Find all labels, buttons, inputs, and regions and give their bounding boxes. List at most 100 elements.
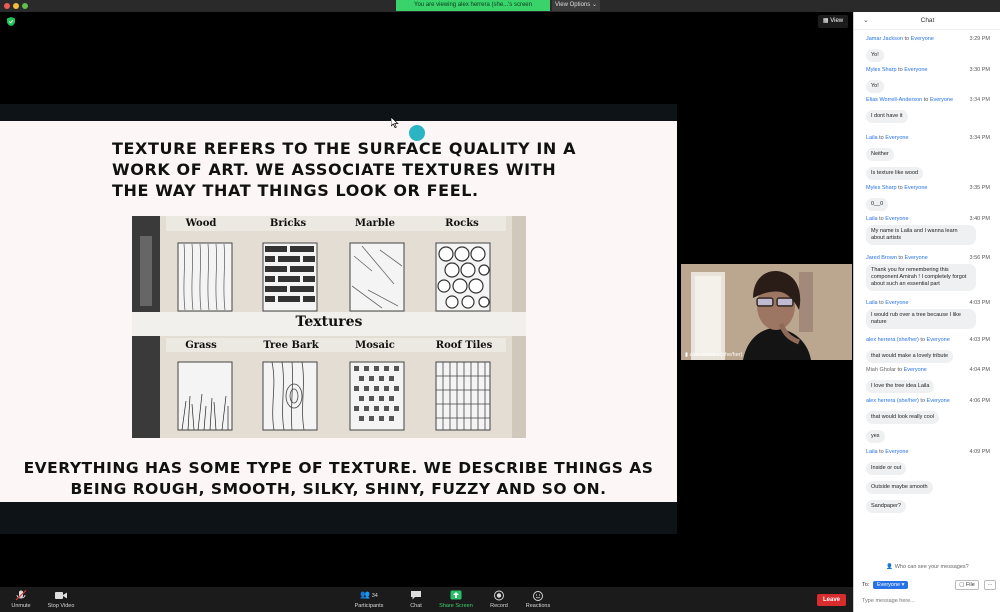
chat-time: 3:29 PM (969, 36, 990, 42)
chevron-down-icon[interactable]: ⌄ (863, 12, 869, 30)
more-options-button[interactable]: ... (984, 580, 996, 590)
muted-microphone-icon (15, 590, 27, 601)
textures-center-label: Textures (295, 314, 363, 330)
texture-bottom-label: Roof Tiles (435, 340, 493, 351)
chat-message-meta: alex herrera (she/her) to Everyone 4:03 P… (866, 337, 996, 344)
share-screen-label: Share Screen (439, 603, 473, 609)
participants-label: Participants (354, 603, 384, 609)
reactions-button[interactable]: Reactions (522, 590, 554, 609)
chat-message: Miah Gholar to Everyone 4:04 PM I love th… (866, 367, 996, 393)
chat-target: Everyone (903, 367, 927, 373)
chat-recipient-row: To: Everyone ▾ (862, 581, 909, 589)
record-icon (494, 590, 504, 601)
chat-target: Everyone (885, 216, 909, 222)
chat-bubble: yes (866, 430, 885, 443)
texture-top-label: Rocks (445, 218, 479, 229)
view-button-label: View (830, 18, 844, 24)
chat-bubble: Is texture like wood (866, 167, 924, 180)
participants-button[interactable]: 👥 34 Participants (350, 590, 388, 609)
chat-time: 3:34 PM (969, 135, 990, 141)
chat-message-meta: Myles Sharp to Everyone 3:30 PM (866, 67, 996, 74)
chat-header: ⌄ Chat (854, 12, 1000, 30)
chat-bubble: My name is Laila and I wanna learn about… (866, 225, 976, 245)
security-shield-icon (7, 17, 15, 26)
chat-message: Elias Worrell-Anderson to Everyone 3:34 … (866, 97, 996, 123)
chat-target: Everyone (904, 185, 928, 191)
record-button[interactable]: Record (486, 590, 512, 609)
file-button[interactable]: ▢ File (955, 580, 979, 590)
recipient-value: Everyone (876, 582, 901, 588)
chat-bubble-icon (411, 591, 421, 600)
chat-message: alex herrera (she/her) to Everyone 4:06 P… (866, 398, 996, 443)
chat-sender: Miah Gholar (866, 367, 896, 373)
unmute-button[interactable]: Unmute (8, 590, 34, 609)
chat-sender: alex herrera (she/her) (866, 337, 919, 343)
participant-video-tile[interactable]: ▮ alex herrera (she/her) (681, 264, 852, 360)
chat-bubble: I love the tree idea Laila (866, 380, 935, 393)
chat-bubble: Neither (866, 148, 894, 161)
chat-time: 4:04 PM (969, 367, 990, 373)
leave-button[interactable]: Leave (817, 594, 846, 606)
minimize-window-button[interactable] (13, 3, 19, 9)
view-options-button[interactable]: View Options ⌄ (552, 0, 600, 11)
meeting-area: ▦ View TEXTURE REFERS TO THE SURFACE QUA… (0, 12, 853, 587)
chat-time: 3:40 PM (969, 216, 990, 222)
chat-sender: Myles Sharp (866, 185, 897, 191)
chat-sender: Laila (866, 135, 878, 141)
chat-target: Everyone (885, 135, 909, 141)
chat-message: Jared Brown to Everyone 3:56 PM Thank you… (866, 255, 996, 291)
chat-time: 3:35 PM (969, 185, 990, 191)
close-window-button[interactable] (4, 3, 10, 9)
chat-bubble: Sandpaper? (866, 500, 906, 513)
texture-top-label: Wood (185, 218, 217, 229)
chat-sender: Laila (866, 449, 878, 455)
who-can-see-label: Who can see your messages? (894, 564, 969, 570)
window-titlebar: You are viewing alex herrera (she...'s s… (0, 0, 1000, 12)
slide-bottom-line-1: EVERYTHING HAS SOME TYPE OF TEXTURE. WE … (23, 459, 654, 477)
chat-sender: Elias Worrell-Anderson (866, 97, 923, 103)
who-can-see-link[interactable]: 👤 Who can see your messages? (854, 564, 1000, 570)
chat-sender: Laila (866, 216, 878, 222)
chat-message: alex herrera (she/her) to Everyone 4:03 P… (866, 337, 996, 363)
chat-message-meta: alex herrera (she/her) to Everyone 4:06 P… (866, 398, 996, 405)
annotation-drag-handle[interactable] (409, 125, 425, 141)
chat-to: to (879, 216, 884, 222)
chat-time: 3:34 PM (969, 97, 990, 103)
chat-panel: ⌄ Chat Jamar Jackson to Everyone 3:29 PM … (853, 12, 1000, 612)
chat-bubble: Inside or out (866, 462, 907, 475)
video-camera-icon (55, 592, 67, 599)
share-screen-button[interactable]: Share Screen (436, 590, 476, 609)
chat-target: Everyone (885, 449, 909, 455)
smiley-plus-icon (533, 591, 543, 601)
recipient-dropdown[interactable]: Everyone ▾ (872, 581, 909, 589)
chat-to: to (898, 255, 904, 261)
chat-to: to (920, 398, 926, 404)
chat-to: to (920, 337, 926, 343)
participant-video-feed (681, 264, 852, 360)
chat-bubble: Outside maybe smooth (866, 481, 933, 494)
chevron-down-icon: ▾ (901, 582, 905, 588)
slide-top-text: TEXTURE REFERS TO THE SURFACE QUALITY IN… (112, 139, 577, 200)
chat-target: Everyone (929, 97, 954, 103)
stop-video-button[interactable]: Stop Video (44, 590, 78, 609)
screen-share-banner: You are viewing alex herrera (she...'s s… (396, 0, 550, 11)
chat-message-input[interactable] (862, 595, 992, 607)
chat-message: Jamar Jackson to Everyone 3:29 PM Yo! (866, 36, 996, 62)
chat-target: Everyone (910, 36, 934, 42)
chat-to: to (898, 185, 903, 191)
zoom-window-button[interactable] (22, 3, 28, 9)
file-icon: ▢ (959, 582, 965, 588)
chat-button[interactable]: Chat (404, 590, 428, 609)
mouse-cursor-icon (391, 117, 399, 128)
share-screen-icon (450, 590, 462, 600)
chat-message: Myles Sharp to Everyone 3:35 PM 0__0 (866, 185, 996, 211)
chat-message: Laila to Everyone 3:40 PM My name is Lail… (866, 216, 996, 245)
chat-bubble: that would look really cool (866, 411, 939, 424)
chat-to: to (923, 97, 929, 103)
chat-time: 3:56 PM (969, 255, 990, 261)
chat-sender: Laila (866, 300, 878, 306)
chat-bubble: I dont have it (866, 110, 908, 123)
chat-time: 4:06 PM (969, 398, 990, 404)
view-button[interactable]: ▦ View (818, 15, 848, 28)
texture-top-label: Bricks (269, 218, 307, 229)
